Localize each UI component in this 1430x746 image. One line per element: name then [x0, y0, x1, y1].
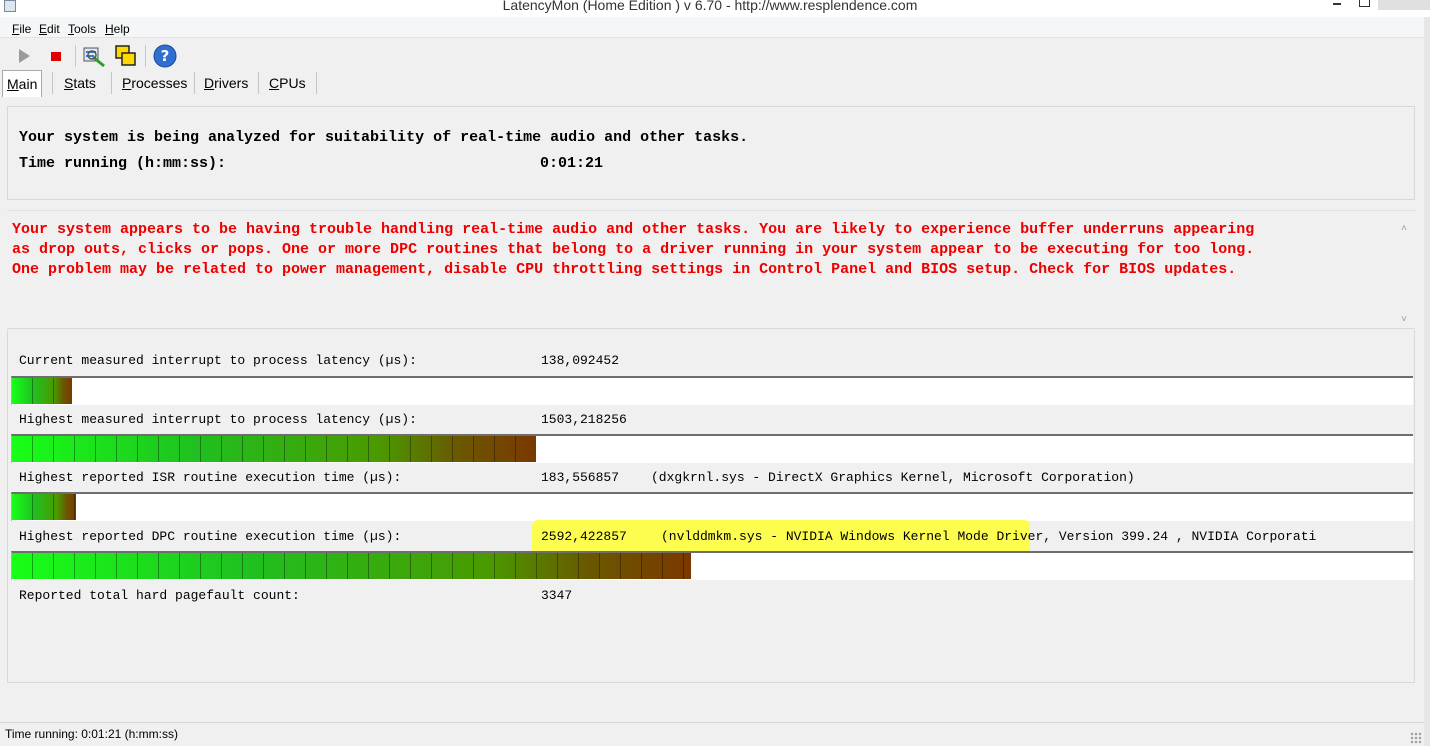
- pagefault-label: Reported total hard pagefault count:: [19, 588, 300, 603]
- highest-dpc-bar-fill: [12, 553, 691, 579]
- resize-grip-icon[interactable]: [1410, 732, 1422, 744]
- title-bar: LatencyMon (Home Edition ) v 6.70 - http…: [0, 0, 1430, 17]
- analysis-status-text: Your system is being analyzed for suitab…: [19, 129, 749, 146]
- toolbar-separator: [145, 45, 146, 67]
- scroll-up-arrow[interactable]: ˄: [1401, 223, 1411, 234]
- scroll-down-arrow[interactable]: ˅: [1401, 314, 1411, 325]
- analyze-icon: [83, 47, 105, 68]
- toolbar-separator: [75, 45, 76, 67]
- menu-bar: File Edit Tools Help: [0, 17, 1424, 38]
- analysis-panel: Your system is being analyzed for suitab…: [7, 106, 1415, 200]
- menu-file[interactable]: File: [12, 22, 31, 36]
- tab-bar: Main Stats Processes Drivers CPUs: [0, 70, 1424, 98]
- highest-latency-value: 1503,218256: [541, 412, 627, 427]
- highest-isr-label: Highest reported ISR routine execution t…: [19, 470, 402, 485]
- tab-divider: [194, 72, 195, 94]
- warning-text: Your system appears to be having trouble…: [12, 221, 1255, 278]
- tab-stats[interactable]: Stats: [60, 70, 100, 97]
- start-button[interactable]: [11, 43, 37, 69]
- menu-tools[interactable]: Tools: [68, 22, 96, 36]
- status-text: Time running: 0:01:21 (h:mm:ss): [5, 727, 178, 741]
- highest-latency-bar-fill: [12, 436, 536, 462]
- menu-edit[interactable]: Edit: [39, 22, 60, 36]
- tab-divider: [258, 72, 259, 94]
- stop-icon: [51, 52, 61, 61]
- tab-divider: [52, 72, 53, 94]
- current-latency-bar: [11, 376, 1413, 405]
- highest-isr-value: 183,556857: [541, 470, 620, 485]
- analyze-button[interactable]: [81, 43, 107, 69]
- help-button[interactable]: ?: [152, 43, 178, 69]
- minimize-button[interactable]: [1330, 0, 1344, 10]
- toolbar: ?: [0, 39, 1424, 71]
- highest-isr-bar: [11, 492, 1413, 521]
- window-title: LatencyMon (Home Edition ) v 6.70 - http…: [502, 0, 918, 13]
- window-border: [1424, 17, 1430, 746]
- highest-isr-driver: (dxgkrnl.sys - DirectX Graphics Kernel, …: [651, 470, 1135, 485]
- status-bar: Time running: 0:01:21 (h:mm:ss): [0, 722, 1424, 746]
- tab-cpus[interactable]: CPUs: [265, 70, 310, 97]
- pagefault-value: 3347: [541, 588, 573, 603]
- help-icon: ?: [153, 44, 177, 68]
- menu-help[interactable]: Help: [105, 22, 130, 36]
- time-running-value: 0:01:21: [540, 155, 604, 172]
- highest-latency-label: Highest measured interrupt to process la…: [19, 412, 417, 427]
- tab-drivers[interactable]: Drivers: [200, 70, 252, 97]
- svg-text:?: ?: [161, 47, 170, 65]
- metrics-panel: Current measured interrupt to process la…: [7, 330, 1415, 683]
- time-running-label: Time running (h:mm:ss):: [19, 155, 227, 172]
- maximize-button[interactable]: [1356, 0, 1372, 10]
- current-latency-value: 138,092452: [541, 353, 620, 368]
- current-latency-label: Current measured interrupt to process la…: [19, 353, 417, 368]
- highest-dpc-driver: (nvlddmkm.sys - NVIDIA Windows Kernel Mo…: [661, 529, 1317, 544]
- highest-dpc-bar: [11, 551, 1413, 580]
- close-button[interactable]: [1378, 0, 1430, 10]
- stop-button[interactable]: [43, 43, 69, 69]
- highest-dpc-value: 2592,422857: [541, 529, 627, 544]
- current-latency-bar-fill: [12, 378, 72, 404]
- play-icon: [19, 49, 30, 63]
- tab-main[interactable]: Main: [2, 70, 43, 97]
- highest-dpc-label: Highest reported DPC routine execution t…: [19, 529, 402, 544]
- highest-latency-bar: [11, 434, 1413, 463]
- tab-divider: [111, 72, 112, 94]
- tab-processes[interactable]: Processes: [118, 70, 191, 97]
- warning-panel[interactable]: Your system appears to be having trouble…: [7, 210, 1415, 329]
- windows-button[interactable]: [113, 43, 139, 69]
- windows-icon: [115, 45, 136, 66]
- highest-isr-bar-fill: [12, 494, 76, 520]
- tab-divider: [316, 72, 317, 94]
